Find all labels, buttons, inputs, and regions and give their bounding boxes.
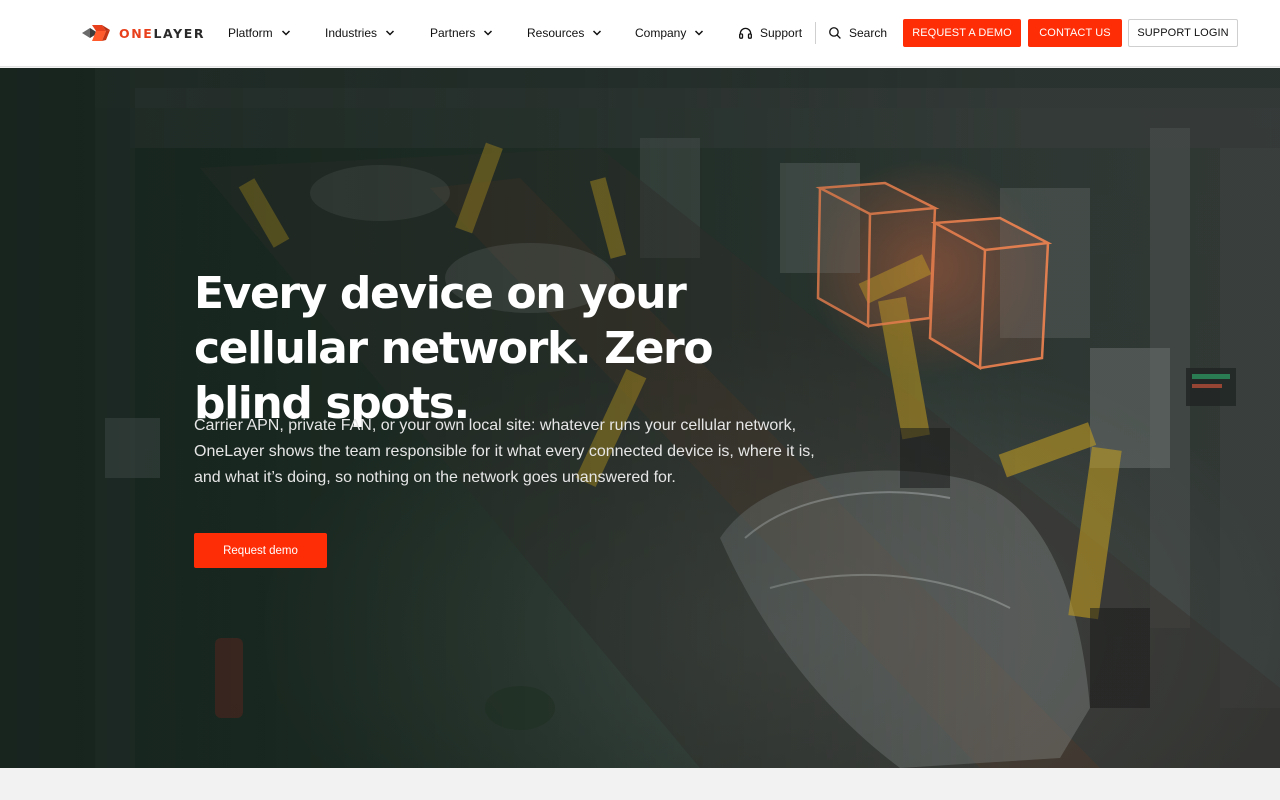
onelayer-logo-icon — [82, 25, 110, 41]
nav-industries-label: Industries — [325, 26, 378, 40]
contact-us-button[interactable]: CONTACT US — [1028, 19, 1122, 47]
brand-name-layer: LAYER — [153, 25, 206, 41]
support-link[interactable]: Support — [738, 24, 802, 42]
search-button[interactable]: Search — [828, 24, 887, 42]
hero-request-demo-button[interactable]: Request demo — [194, 533, 327, 568]
hero-title: Every device on your cellular network. Z… — [194, 268, 714, 429]
nav-partners-label: Partners — [430, 26, 476, 40]
chevron-down-icon — [484, 30, 493, 36]
nav-resources[interactable]: Resources — [527, 24, 602, 42]
search-label: Search — [849, 26, 888, 40]
brand-wordmark: ONELAYER — [119, 26, 205, 41]
chevron-down-icon — [386, 30, 395, 36]
headset-icon — [739, 27, 752, 39]
chevron-down-icon — [695, 30, 704, 36]
header-divider — [815, 22, 816, 44]
nav-resources-label: Resources — [527, 26, 585, 40]
chevron-down-icon — [281, 30, 290, 36]
nav-platform-label: Platform — [228, 26, 273, 40]
chevron-down-icon — [593, 30, 602, 36]
hero-description: Carrier APN, private FAN, or your own lo… — [194, 417, 815, 486]
nav-industries[interactable]: Industries — [325, 24, 395, 42]
hero-section: Every device on your cellular network. Z… — [0, 68, 1280, 768]
brand-logo[interactable]: ONELAYER — [80, 21, 205, 45]
request-demo-button[interactable]: REQUEST A DEMO — [903, 19, 1021, 47]
nav-partners[interactable]: Partners — [430, 24, 493, 42]
nav-company[interactable]: Company — [635, 24, 704, 42]
support-login-button[interactable]: SUPPORT LOGIN — [1128, 19, 1238, 47]
support-label: Support — [760, 26, 803, 40]
nav-platform[interactable]: Platform — [228, 24, 291, 42]
nav-company-label: Company — [635, 26, 687, 40]
site-header: ONELAYER Platform Industries Partners Re… — [0, 0, 1280, 67]
brand-name-one: ONE — [119, 25, 154, 41]
search-icon — [829, 27, 841, 39]
next-section-band — [0, 768, 1280, 800]
